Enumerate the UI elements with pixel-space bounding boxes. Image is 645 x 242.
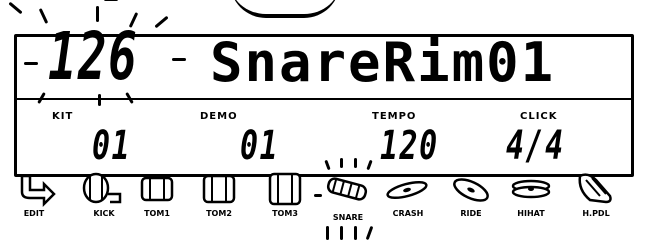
ride-cymbal-icon[interactable] xyxy=(448,170,494,208)
demo-label: DEMO xyxy=(200,111,238,122)
pad-label-tom2: TOM2 xyxy=(206,209,232,218)
pad-label-hpdl: H.PDL xyxy=(582,209,610,218)
crash-cymbal-icon[interactable] xyxy=(384,170,430,208)
pad-label-edit: EDIT xyxy=(23,209,45,218)
pad-label-ride: RIDE xyxy=(460,209,482,218)
hihat-icon[interactable] xyxy=(508,170,554,208)
pad-label-snare: SNARE xyxy=(332,213,364,222)
tempo-value: 120 xyxy=(380,123,439,169)
pad-label-tom3: TOM3 xyxy=(272,209,298,218)
top-arc-decoration xyxy=(230,0,340,18)
tempo-label: TEMPO xyxy=(372,111,417,122)
click-value: 4/4 xyxy=(506,123,565,169)
tom2-drum-icon[interactable] xyxy=(196,170,242,208)
hihat-pedal-icon[interactable] xyxy=(570,170,616,208)
demo-value: 01 xyxy=(240,123,280,169)
snare-drum-icon[interactable] xyxy=(324,170,370,208)
kit-label: KIT xyxy=(52,111,74,122)
tom3-drum-icon[interactable] xyxy=(262,170,308,208)
click-label: CLICK xyxy=(520,111,558,122)
voice-name-display: SnareRim01 xyxy=(210,31,556,94)
pad-label-kick: KICK xyxy=(93,209,115,218)
kick-drum-icon[interactable] xyxy=(78,170,124,208)
separator-line xyxy=(14,98,634,100)
kit-number-display: 126 xyxy=(48,18,139,95)
pad-label-crash: CRASH xyxy=(392,209,424,218)
tom1-drum-icon[interactable] xyxy=(134,170,180,208)
edit-arrow-icon[interactable] xyxy=(14,170,60,208)
kit-value: 01 xyxy=(92,123,132,169)
pad-label-tom1: TOM1 xyxy=(144,209,170,218)
pad-label-hihat: HIHAT xyxy=(517,209,545,218)
